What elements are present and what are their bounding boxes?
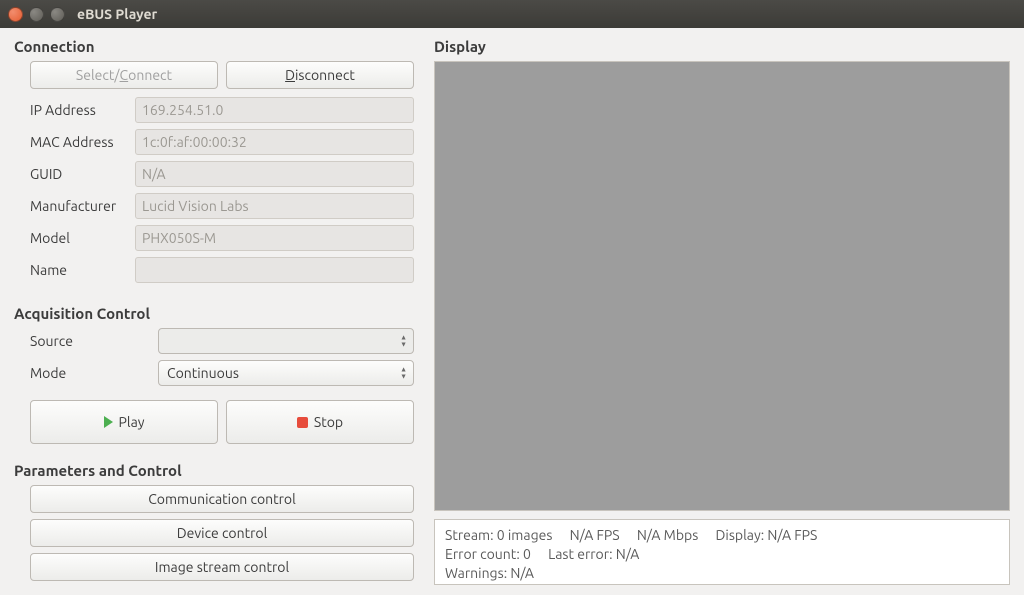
play-button[interactable]: Play (30, 400, 218, 444)
display-viewport (434, 61, 1010, 511)
mode-label: Mode (30, 365, 158, 381)
ip-address-label: IP Address (30, 102, 135, 118)
disconnect-button[interactable]: Disconnect (226, 61, 414, 89)
titlebar: eBUS Player (0, 0, 1024, 28)
mode-select[interactable]: Continuous ▲▼ (158, 360, 414, 386)
name-field[interactable] (135, 257, 414, 283)
status-error-count: Error count: 0 (445, 546, 531, 562)
status-mbps: N/A Mbps (637, 527, 699, 543)
status-display-fps: Display: N/A FPS (716, 527, 818, 543)
window-title: eBUS Player (77, 6, 157, 22)
manufacturer-label: Manufacturer (30, 198, 135, 214)
minimize-window-button[interactable] (29, 7, 44, 22)
maximize-window-button[interactable] (50, 7, 65, 22)
status-last-error: Last error: N/A (548, 546, 639, 562)
model-label: Model (30, 230, 135, 246)
source-select[interactable]: ▲▼ (158, 328, 414, 354)
select-connect-button[interactable]: Select/Connect (30, 61, 218, 89)
mac-address-field[interactable] (135, 129, 414, 155)
status-warnings: Warnings: N/A (445, 565, 534, 581)
name-label: Name (30, 262, 135, 278)
status-box: Stream: 0 images N/A FPS N/A Mbps Displa… (434, 519, 1010, 585)
image-stream-control-button[interactable]: Image stream control (30, 553, 414, 581)
acquisition-heading: Acquisition Control (14, 305, 414, 322)
close-window-button[interactable] (8, 7, 23, 22)
source-label: Source (30, 333, 158, 349)
display-heading: Display (434, 38, 1010, 55)
mac-address-label: MAC Address (30, 134, 135, 150)
communication-control-button[interactable]: Communication control (30, 485, 414, 513)
stop-button[interactable]: Stop (226, 400, 414, 444)
status-stream: Stream: 0 images (445, 527, 552, 543)
device-control-button[interactable]: Device control (30, 519, 414, 547)
chevron-updown-icon: ▲▼ (400, 335, 407, 348)
connection-heading: Connection (14, 38, 414, 55)
chevron-updown-icon: ▲▼ (400, 367, 407, 380)
manufacturer-field[interactable] (135, 193, 414, 219)
status-fps: N/A FPS (570, 527, 620, 543)
guid-field[interactable] (135, 161, 414, 187)
ip-address-field[interactable] (135, 97, 414, 123)
play-icon (104, 416, 113, 428)
guid-label: GUID (30, 166, 135, 182)
stop-icon (297, 417, 308, 428)
model-field[interactable] (135, 225, 414, 251)
parameters-heading: Parameters and Control (14, 462, 414, 479)
